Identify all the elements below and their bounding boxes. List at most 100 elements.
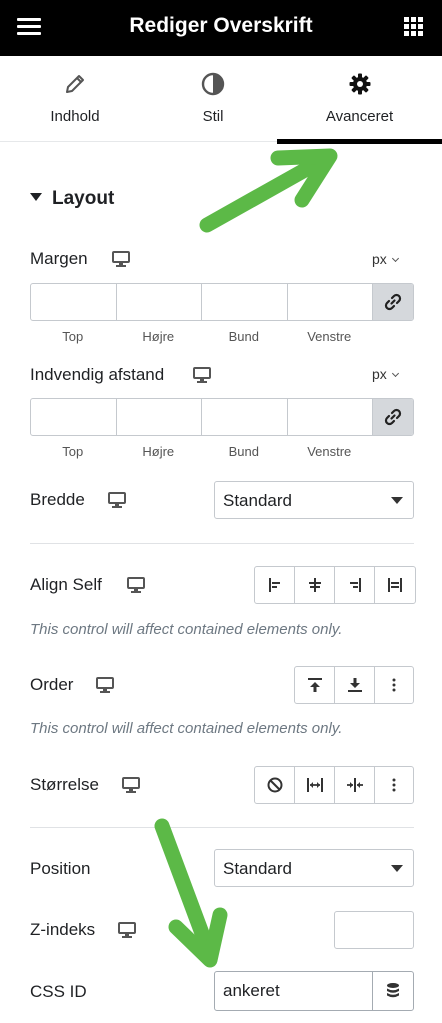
unit-value: px xyxy=(372,366,387,382)
padding-right-input[interactable] xyxy=(117,399,202,435)
tab-indhold[interactable]: Indhold xyxy=(6,56,144,142)
align-stretch-button[interactable] xyxy=(375,567,415,603)
apps-grid-icon[interactable] xyxy=(404,17,424,37)
dropdown-arrow-icon xyxy=(391,497,403,504)
shrink-horizontal-icon xyxy=(346,778,363,792)
position-select[interactable]: Standard xyxy=(214,849,414,887)
link-icon[interactable] xyxy=(373,399,413,435)
size-group xyxy=(254,766,414,804)
monitor-icon[interactable] xyxy=(118,922,136,938)
order-more-button[interactable] xyxy=(375,667,413,703)
order-group xyxy=(294,666,414,704)
tab-stil[interactable]: Stil xyxy=(144,56,282,142)
align-self-label: Align Self xyxy=(30,575,102,594)
side-label-right: Højre xyxy=(142,444,175,459)
width-select[interactable]: Standard xyxy=(214,481,414,519)
ban-icon xyxy=(267,777,282,793)
monitor-icon[interactable] xyxy=(127,577,145,593)
margin-bottom-input[interactable] xyxy=(202,284,288,320)
align-start-button[interactable] xyxy=(255,567,295,603)
zindex-label: Z-indeks xyxy=(30,920,96,939)
monitor-icon[interactable] xyxy=(96,677,114,693)
padding-side-labels: Top Højre Bund Venstre xyxy=(30,444,372,459)
gear-icon xyxy=(277,72,442,98)
tab-avanceret[interactable]: Avanceret xyxy=(277,56,442,144)
order-first-button[interactable] xyxy=(295,667,335,703)
select-value: Standard xyxy=(223,491,292,510)
tab-label: Stil xyxy=(202,108,224,125)
margin-left-input[interactable] xyxy=(288,284,373,320)
dynamic-tags-button[interactable] xyxy=(373,972,413,1010)
side-label-top: Top xyxy=(62,444,84,459)
size-shrink-button[interactable] xyxy=(335,767,375,803)
padding-label: Indvendig afstand xyxy=(30,365,165,384)
css-id-input[interactable]: ankeret xyxy=(215,972,373,1010)
padding-inputs xyxy=(30,398,414,436)
margin-side-labels: Top Højre Bund Venstre xyxy=(30,329,372,344)
order-note: This control will affect contained eleme… xyxy=(30,720,343,737)
margin-label: Margen xyxy=(30,249,88,268)
annotation-arrow-icon xyxy=(154,818,228,968)
align-center-icon xyxy=(308,578,321,592)
side-label-bottom: Bund xyxy=(228,444,259,459)
margin-right-input[interactable] xyxy=(117,284,202,320)
dropdown-arrow-icon xyxy=(391,865,403,872)
align-start-icon xyxy=(268,578,280,592)
side-label-right: Højre xyxy=(142,329,175,344)
side-label-top: Top xyxy=(62,329,84,344)
align-end-button[interactable] xyxy=(335,567,375,603)
order-label: Order xyxy=(30,675,74,694)
tab-label: Indhold xyxy=(50,108,100,125)
size-grow-button[interactable] xyxy=(295,767,335,803)
tab-label: Avanceret xyxy=(325,108,394,125)
align-center-button[interactable] xyxy=(295,567,335,603)
monitor-icon[interactable] xyxy=(108,492,126,508)
more-vertical-icon xyxy=(392,778,396,792)
annotation-arrow-icon xyxy=(199,148,338,233)
section-title: Layout xyxy=(52,188,115,209)
more-vertical-icon xyxy=(392,678,396,692)
order-last-button[interactable] xyxy=(335,667,375,703)
arrow-to-top-icon xyxy=(307,678,322,692)
padding-unit-select[interactable]: px xyxy=(372,366,399,382)
side-label-bottom: Bund xyxy=(228,329,259,344)
monitor-icon[interactable] xyxy=(122,777,140,793)
panel-tabs: Indhold Stil Avanceret xyxy=(0,56,442,144)
caret-down-icon xyxy=(30,192,42,201)
divider xyxy=(30,543,414,544)
monitor-icon[interactable] xyxy=(193,367,211,383)
padding-left-input[interactable] xyxy=(288,399,373,435)
padding-top-input[interactable] xyxy=(31,399,117,435)
expand-horizontal-icon xyxy=(306,778,323,792)
align-self-group xyxy=(254,566,416,604)
database-icon xyxy=(387,983,399,998)
padding-bottom-input[interactable] xyxy=(202,399,288,435)
link-icon[interactable] xyxy=(373,284,413,320)
top-bar: Rediger Overskrift xyxy=(0,0,442,56)
css-id-label: CSS ID xyxy=(30,982,87,1001)
zindex-input[interactable] xyxy=(334,911,414,949)
side-label-left: Venstre xyxy=(307,329,352,344)
section-layout-toggle[interactable]: Layout xyxy=(30,188,114,210)
width-label: Bredde xyxy=(30,490,85,509)
side-label-left: Venstre xyxy=(307,444,352,459)
margin-unit-select[interactable]: px xyxy=(372,251,399,267)
arrow-to-bottom-icon xyxy=(347,678,362,692)
margin-top-input[interactable] xyxy=(31,284,117,320)
divider xyxy=(30,827,414,828)
size-none-button[interactable] xyxy=(255,767,295,803)
half-circle-icon xyxy=(144,72,282,98)
align-stretch-icon xyxy=(388,578,402,592)
size-label: Størrelse xyxy=(30,775,99,794)
select-value: Standard xyxy=(223,859,292,878)
unit-value: px xyxy=(372,251,387,267)
align-end-icon xyxy=(349,578,361,592)
size-more-button[interactable] xyxy=(375,767,413,803)
monitor-icon[interactable] xyxy=(112,251,130,267)
panel-title: Rediger Overskrift xyxy=(129,14,313,37)
align-self-note: This control will affect contained eleme… xyxy=(30,621,343,638)
css-id-field: ankeret xyxy=(214,971,414,1011)
margin-inputs xyxy=(30,283,414,321)
position-label: Position xyxy=(30,859,91,878)
pencil-icon xyxy=(6,72,144,98)
